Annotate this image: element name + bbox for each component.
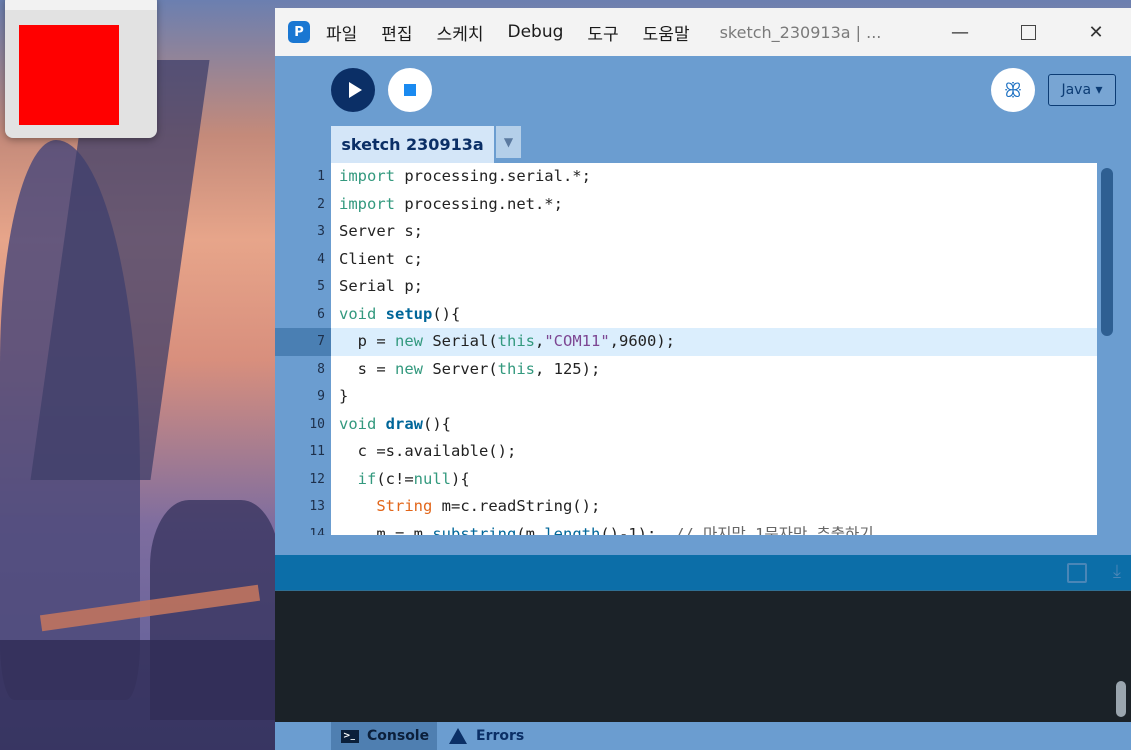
code-line[interactable]: import processing.serial.*; [331, 163, 1097, 191]
code-line[interactable]: import processing.net.*; [331, 191, 1097, 219]
sketch-canvas-red-square [19, 25, 119, 125]
processing-ide-window: P 파일 편집 스케치 Debug 도구 도움말 sketch_230913a … [275, 8, 1131, 750]
code-line-text: Server s; [339, 222, 423, 240]
sketch-window-titlebar[interactable] [5, 0, 157, 10]
code-line-text: void draw(){ [339, 414, 451, 433]
tab-console-label: Console [367, 728, 430, 744]
tab-errors[interactable]: Errors [449, 722, 549, 750]
code-line[interactable]: s = new Server(this, 125); [331, 356, 1097, 384]
toolbar: ꕥ Java ▾ [275, 56, 1131, 126]
code-line[interactable]: Client c; [331, 246, 1097, 274]
line-number: 13 [309, 499, 325, 514]
console-scrollbar-thumb[interactable] [1116, 681, 1126, 717]
sketch-output-window[interactable] [5, 0, 157, 138]
window-title: sketch_230913a | ... [719, 22, 882, 42]
menu-help[interactable]: 도움말 [643, 20, 690, 45]
stop-icon [404, 84, 416, 96]
minimize-icon: — [951, 21, 969, 43]
mode-select[interactable]: Java ▾ [1048, 74, 1116, 106]
stop-button[interactable] [388, 68, 432, 112]
code-line-text: Serial p; [339, 277, 423, 295]
line-number: 2 [317, 196, 325, 212]
code-line[interactable]: void setup(){ [331, 301, 1097, 329]
code-line[interactable]: } [331, 383, 1097, 411]
processing-app-icon: P [288, 21, 310, 43]
debugger-button[interactable]: ꕥ [991, 68, 1035, 112]
line-number: 9 [317, 389, 325, 404]
code-line[interactable]: Server s; [331, 218, 1097, 246]
code-line-text: String m=c.readString(); [376, 497, 601, 515]
line-number: 8 [317, 361, 325, 377]
terminal-icon: >_ [341, 729, 359, 743]
code-line-text: m = m.substring(m.length()-1); // 마지막 1문… [339, 524, 874, 536]
code-line-text: c =s.available(); [339, 442, 517, 460]
code-line-text: Client c; [339, 249, 423, 268]
close-button[interactable]: ✕ [1073, 8, 1119, 56]
code-line[interactable]: Serial p; [331, 273, 1097, 301]
title-bar[interactable]: P 파일 편집 스케치 Debug 도구 도움말 sketch_230913a … [275, 8, 1131, 56]
code-editor: 1 2 3 4 5 6 7 8 9 10 11 12 13 14 import processing.se… [275, 163, 1131, 542]
warning-icon [449, 728, 467, 744]
line-number: 1 [317, 169, 325, 184]
tab-errors-label: Errors [476, 728, 525, 744]
line-number: 12 [309, 471, 325, 487]
code-line-text: import processing.serial.*; [339, 167, 591, 185]
line-number: 11 [309, 444, 325, 459]
clear-console-icon[interactable]: ⤓ [1113, 561, 1121, 582]
menu-file[interactable]: 파일 [326, 20, 357, 45]
code-text-area[interactable]: import processing.serial.*; import proces… [331, 163, 1097, 535]
line-number: 4 [317, 251, 325, 267]
maximize-button[interactable] [1005, 8, 1051, 56]
minimize-button[interactable]: — [937, 8, 983, 56]
maximize-icon [1020, 24, 1036, 40]
code-line[interactable]: m = m.substring(m.length()-1); // 마지막 1문… [331, 521, 1097, 536]
console-output[interactable] [275, 590, 1131, 723]
line-number: 10 [309, 416, 325, 432]
play-icon [348, 82, 362, 98]
tab-menu-button[interactable]: ▼ [496, 126, 521, 158]
copy-console-icon[interactable] [1067, 563, 1087, 583]
code-line[interactable]: c =s.available(); [331, 438, 1097, 466]
butterfly-icon: ꕥ [1003, 78, 1023, 102]
code-line[interactable]: void draw(){ [331, 411, 1097, 439]
line-number: 7 [317, 334, 325, 349]
code-line-text: if(c!=null){ [357, 469, 470, 488]
code-line[interactable]: p = new Serial(this,"COM11",9600); [331, 328, 1097, 356]
editor-scrollbar-thumb[interactable] [1101, 168, 1113, 336]
tab-console[interactable]: >_ Console [331, 722, 437, 750]
chevron-down-icon: ▼ [503, 135, 514, 149]
run-button[interactable] [331, 68, 375, 112]
line-number-gutter: 1 2 3 4 5 6 7 8 9 10 11 12 13 14 [275, 163, 331, 542]
menu-edit[interactable]: 편집 [381, 20, 412, 45]
line-number: 6 [317, 306, 325, 322]
code-line[interactable]: String m=c.readString(); [331, 493, 1097, 521]
menu-sketch[interactable]: 스케치 [437, 20, 484, 45]
editor-bottom-band [275, 535, 1131, 555]
bottom-tab-bar: >_ Console Errors [275, 722, 1131, 750]
code-line-text: } [339, 387, 349, 405]
close-icon: ✕ [1088, 21, 1104, 43]
code-line-text: s = new Server(this, 125); [339, 359, 601, 378]
menu-debug[interactable]: Debug [507, 22, 563, 42]
code-line-text: import processing.net.*; [339, 194, 563, 213]
line-number: 3 [317, 224, 325, 239]
code-line-text: p = new Serial(this,"COM11",9600); [339, 332, 675, 350]
menu-tools[interactable]: 도구 [587, 20, 618, 45]
wallpaper-shape [0, 640, 280, 750]
sketch-tab-bar: sketch 230913a ▼ [275, 126, 1131, 163]
code-line[interactable]: if(c!=null){ [331, 466, 1097, 494]
line-number: 5 [317, 279, 325, 294]
code-line-text: void setup(){ [339, 304, 461, 323]
tab-sketch[interactable]: sketch 230913a [331, 126, 494, 163]
console-header: ⤓ [275, 555, 1131, 590]
